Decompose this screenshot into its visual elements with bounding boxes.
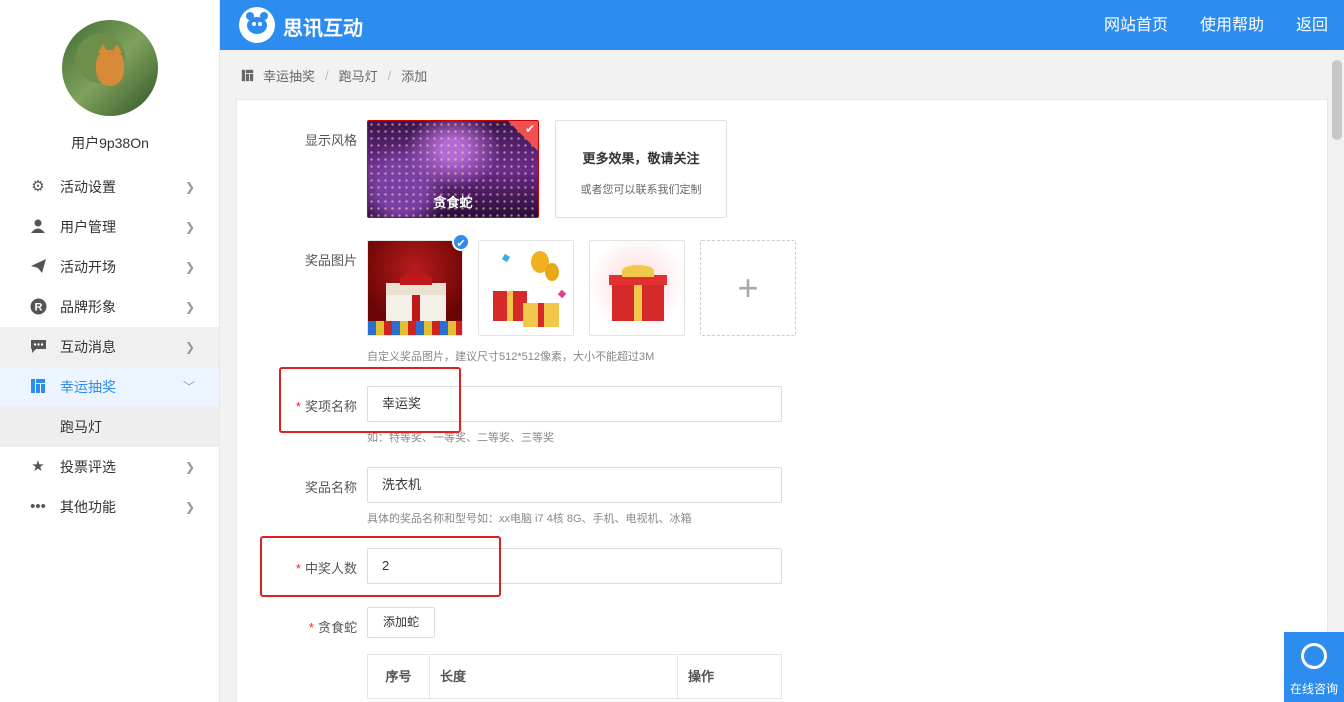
online-consult-button[interactable]: 在线咨询	[1284, 632, 1344, 702]
scrollbar-thumb[interactable]	[1332, 60, 1342, 140]
breadcrumb: 幸运抽奖 / 跑马灯 / 添加	[241, 66, 427, 85]
nav-help-link[interactable]: 使用帮助	[1200, 0, 1264, 50]
user-icon	[29, 218, 47, 236]
lottery-icon	[29, 378, 47, 396]
prize-name-hint: 具体的奖品名称和型号如：xx电脑 i7 4核 8G、手机、电视机、冰箱	[367, 513, 692, 525]
prize-image-hint: 自定义奖品图片，建议尺寸512*512像素，大小不能超过3M	[367, 351, 655, 363]
registered-icon: R	[29, 298, 47, 316]
sidebar: 用户9p38On ⚙ 活动设置 ❯ 用户管理 ❯ 活动开场 ❯ R 品牌形象 ❯	[0, 0, 220, 702]
more-effects-title: 更多效果，敬请关注	[582, 151, 700, 166]
column-header-index: 序号	[368, 655, 430, 698]
sidebar-item-label: 活动开场	[60, 259, 116, 275]
gears-icon: ⚙	[31, 178, 45, 195]
sidebar-item-interactive-messages[interactable]: 互动消息 ❯	[0, 327, 219, 367]
breadcrumb-item-current: 添加	[401, 69, 428, 84]
scrollbar[interactable]	[1330, 50, 1344, 632]
sidebar-item-label: 活动设置	[60, 179, 116, 195]
chevron-right-icon: ❯	[184, 300, 195, 314]
check-icon: ✔	[524, 122, 535, 136]
highlight-box	[260, 536, 501, 597]
plus-icon: +	[737, 267, 759, 308]
sidebar-item-label: 幸运抽奖	[60, 379, 116, 395]
nav-home-link[interactable]: 网站首页	[1104, 0, 1168, 50]
style-option-label: 贪食蛇	[433, 195, 473, 210]
column-header-actions: 操作	[688, 669, 715, 684]
online-consult-label: 在线咨询	[1289, 682, 1338, 696]
column-header-length: 长度	[430, 655, 678, 698]
avatar[interactable]	[62, 20, 158, 116]
snake-table: 序号 长度 操作	[367, 654, 782, 699]
sidebar-item-label: 品牌形象	[60, 299, 116, 315]
star-icon: ★	[31, 458, 45, 475]
prize-name-input[interactable]: 洗衣机	[367, 467, 782, 503]
more-effects-box: 更多效果，敬请关注 或者您可以联系我们定制	[555, 120, 727, 218]
add-snake-button[interactable]: 添加蛇	[367, 607, 435, 638]
chevron-right-icon: ❯	[184, 260, 195, 274]
sidebar-item-activity-opening[interactable]: 活动开场 ❯	[0, 247, 219, 287]
svg-text:R: R	[34, 302, 42, 314]
table-header: 序号 长度 操作	[368, 655, 781, 699]
header-nav: 网站首页 使用帮助 返回	[1104, 0, 1344, 50]
brand-title: 思讯互动	[283, 18, 363, 40]
chevron-right-icon: ❯	[184, 220, 195, 234]
chevron-right-icon: ❯	[184, 180, 195, 194]
username: 用户9p38On	[71, 135, 149, 151]
chevron-down-icon: ﹀	[182, 380, 195, 394]
lottery-icon	[241, 69, 254, 82]
prize-image-option[interactable]	[589, 240, 685, 336]
sidebar-item-brand-image[interactable]: R 品牌形象 ❯	[0, 287, 219, 327]
prize-image-option[interactable]	[367, 240, 463, 336]
sidebar-item-label: 用户管理	[60, 219, 116, 235]
nav-back-link[interactable]: 返回	[1296, 0, 1328, 50]
more-effects-subtitle: 或者您可以联系我们定制	[580, 184, 702, 196]
logo-icon[interactable]	[239, 7, 275, 43]
breadcrumb-item[interactable]: 跑马灯	[339, 66, 378, 85]
more-icon: •••	[30, 498, 46, 515]
style-option-snake[interactable]: ✔ 贪食蛇	[367, 120, 539, 218]
style-label: 显示风格	[304, 133, 357, 148]
headset-icon	[1301, 643, 1327, 669]
check-icon: ✔	[452, 233, 470, 251]
chevron-right-icon: ❯	[184, 340, 195, 354]
snake-label: * 贪食蛇	[308, 620, 357, 635]
add-prize-image-button[interactable]: +	[700, 240, 796, 336]
sidebar-item-label: 其他功能	[60, 499, 116, 515]
sidebar-item-other-functions[interactable]: ••• 其他功能 ❯	[0, 487, 219, 527]
sidebar-item-label: 投票评选	[60, 459, 116, 475]
prize-image-option[interactable]	[478, 240, 574, 336]
prize-image-label: 奖品图片	[304, 253, 357, 268]
chat-icon	[29, 338, 47, 356]
chevron-right-icon: ❯	[184, 460, 195, 474]
paper-plane-icon	[29, 258, 47, 276]
sidebar-item-label: 互动消息	[60, 339, 116, 355]
sidebar-item-lucky-draw[interactable]: 幸运抽奖 ﹀	[0, 367, 219, 407]
prize-name-label: 奖品名称	[304, 480, 357, 495]
submenu-item-marquee[interactable]: 跑马灯	[0, 407, 219, 447]
sidebar-item-activity-settings[interactable]: ⚙ 活动设置 ❯	[0, 167, 219, 207]
sidebar-menu: ⚙ 活动设置 ❯ 用户管理 ❯ 活动开场 ❯ R 品牌形象 ❯ 互动消息 ❯ 幸…	[0, 167, 219, 527]
chevron-right-icon: ❯	[184, 500, 195, 514]
top-header: 思讯互动 网站首页 使用帮助 返回	[220, 0, 1344, 50]
form-card: 显示风格 ✔ 贪食蛇 更多效果，敬请关注 或者您可以联系我们定制 奖品图片 ✔	[236, 99, 1328, 702]
highlight-box	[279, 367, 461, 433]
sidebar-item-user-management[interactable]: 用户管理 ❯	[0, 207, 219, 247]
sidebar-item-voting[interactable]: ★ 投票评选 ❯	[0, 447, 219, 487]
breadcrumb-item[interactable]: 幸运抽奖	[263, 66, 315, 85]
